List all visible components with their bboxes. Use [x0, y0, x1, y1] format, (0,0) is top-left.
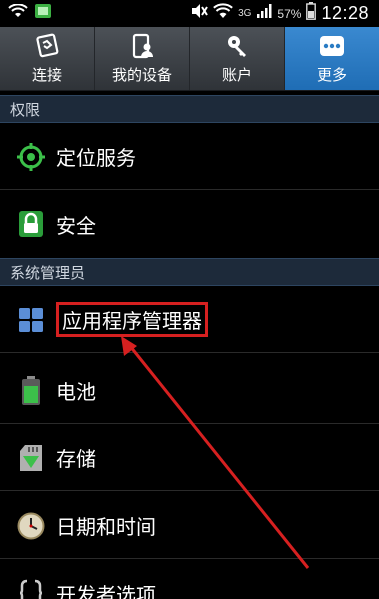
item-label: 日期和时间: [56, 515, 156, 539]
accounts-icon: [224, 33, 250, 59]
storage-icon: [16, 443, 46, 473]
item-label: 电池: [56, 380, 96, 404]
settings-tab-bar: 连接 我的设备 账户 更多: [0, 27, 379, 91]
tab-label: 我的设备: [111, 65, 172, 84]
list-item-battery[interactable]: 电池: [0, 358, 379, 424]
item-label-highlighted: 应用程序管理器: [56, 302, 208, 337]
more-icon: [319, 33, 345, 59]
battery-percent: 57%: [277, 6, 302, 21]
tab-more[interactable]: 更多: [285, 27, 379, 90]
app-grid-icon: [16, 305, 46, 335]
mute-icon: [190, 3, 208, 24]
tab-label: 连接: [31, 65, 62, 84]
section-header-permissions: 权限: [0, 95, 379, 123]
list-item-application-manager[interactable]: 应用程序管理器: [0, 287, 379, 353]
battery-icon: [16, 375, 46, 406]
list-item-location-services[interactable]: 定位服务: [0, 124, 379, 190]
status-bar: 3G 57% 12:28: [0, 0, 379, 27]
section-header-label: 系统管理员: [10, 263, 86, 282]
list-item-security[interactable]: 安全: [0, 191, 379, 257]
battery-icon: [306, 2, 317, 25]
item-label: 安全: [56, 213, 96, 238]
lock-icon: [16, 209, 46, 239]
developer-icon: [16, 578, 46, 599]
wifi-signal-icon: [213, 3, 233, 24]
tab-connections[interactable]: 连接: [0, 27, 95, 90]
list-item-storage[interactable]: 存储: [0, 425, 379, 491]
connections-icon: [34, 33, 60, 59]
my-device-icon: [129, 33, 155, 59]
section-header-system-manager: 系统管理员: [0, 258, 379, 286]
signal-icon: [256, 3, 272, 24]
location-icon: [16, 142, 46, 172]
wifi-icon: [8, 3, 28, 23]
gallery-icon: [34, 3, 52, 24]
list-item-date-time[interactable]: 日期和时间: [0, 493, 379, 559]
list-item-developer-options[interactable]: 开发者选项: [0, 560, 379, 599]
clock-time: 12:28: [321, 3, 369, 23]
tab-my-device[interactable]: 我的设备: [95, 27, 190, 90]
item-label: 定位服务: [56, 146, 136, 170]
tab-label: 更多: [316, 65, 347, 84]
tab-accounts[interactable]: 账户: [190, 27, 285, 90]
network-type: 3G: [238, 8, 252, 19]
item-label: 开发者选项: [56, 582, 156, 599]
section-header-label: 权限: [10, 100, 41, 119]
tab-label: 账户: [221, 65, 252, 84]
item-label: 存储: [56, 447, 96, 471]
clock-icon: [16, 511, 46, 541]
